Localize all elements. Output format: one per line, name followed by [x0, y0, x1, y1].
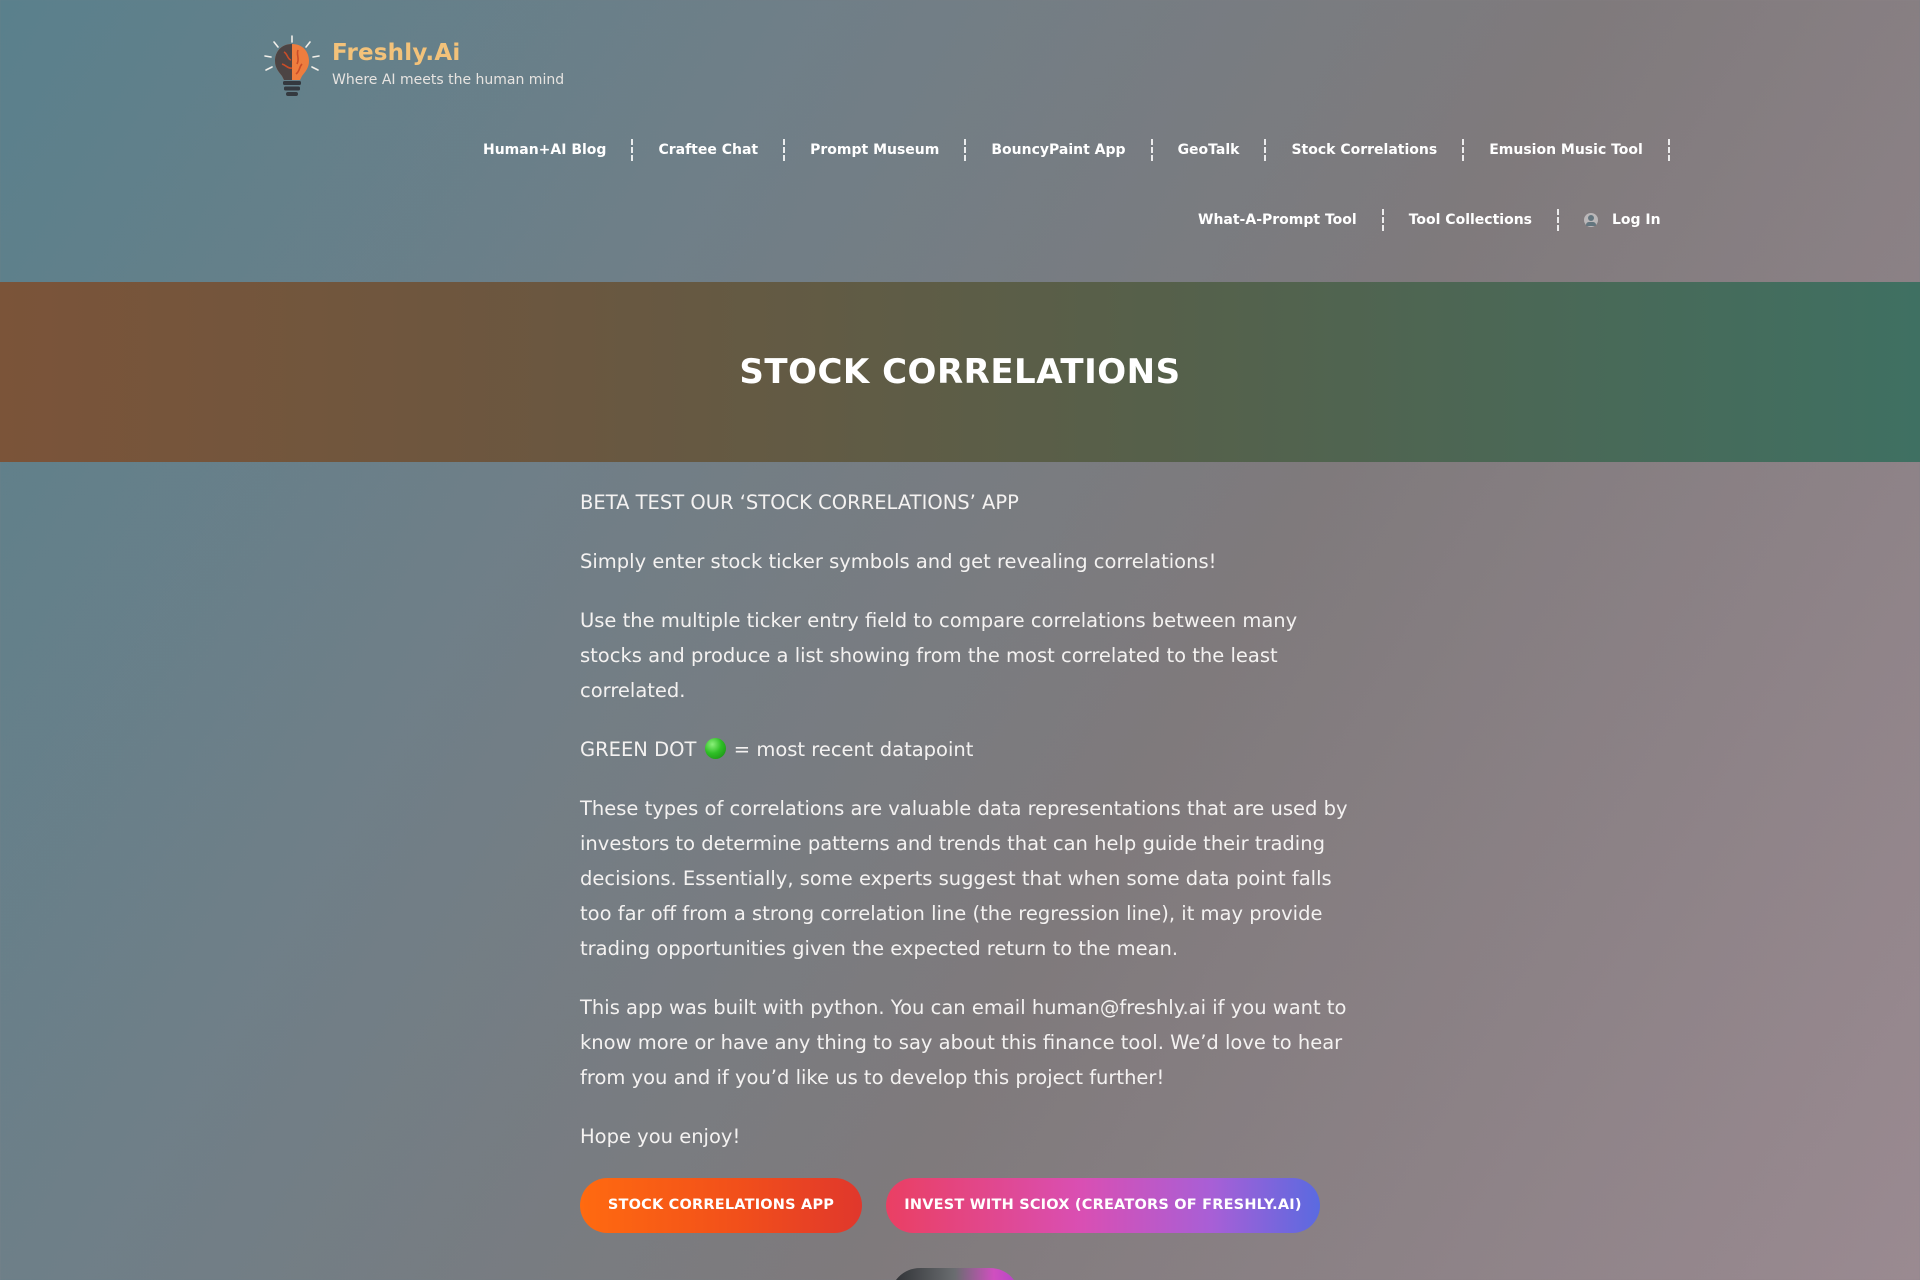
lightbulb-brain-icon[interactable] — [262, 34, 322, 98]
explanation-paragraph: These types of correlations are valuable… — [580, 797, 1348, 960]
nav-item-emusion-music-tool[interactable]: Emusion Music Tool — [1464, 142, 1668, 158]
green-dot-legend: GREEN DOT = most recent datapoint — [580, 732, 1350, 767]
main-content: BETA TEST OUR ‘STOCK CORRELATIONS’ APP S… — [580, 485, 1350, 1233]
brand-name[interactable]: Freshly.Ai — [332, 40, 564, 66]
nav-item-stock-correlations[interactable]: Stock Correlations — [1266, 142, 1462, 158]
cta-buttons: STOCK CORRELATIONS APP INVEST WITH SCIOX… — [580, 1178, 1350, 1233]
stock-correlations-app-button[interactable]: STOCK CORRELATIONS APP — [580, 1178, 862, 1233]
user-circle-icon — [1584, 213, 1598, 227]
main-nav-row-1: Human+AI Blog Craftee Chat Prompt Museum… — [458, 135, 1670, 165]
page-title: STOCK CORRELATIONS — [739, 352, 1181, 392]
nav-item-prompt-museum[interactable]: Prompt Museum — [785, 142, 964, 158]
nav-item-what-a-prompt-tool[interactable]: What-A-Prompt Tool — [1173, 212, 1382, 228]
nav-separator — [1667, 139, 1670, 161]
beta-heading: BETA TEST OUR ‘STOCK CORRELATIONS’ APP — [580, 491, 1019, 514]
main-nav-row-2: What-A-Prompt Tool Tool Collections Log … — [1173, 205, 1686, 235]
site-header: Freshly.Ai Where AI meets the human mind… — [0, 0, 1920, 282]
green-dot-suffix: = most recent datapoint — [733, 738, 974, 761]
login-label: Log In — [1612, 212, 1661, 228]
nav-item-craftee-chat[interactable]: Craftee Chat — [633, 142, 783, 158]
nav-item-bouncypaint-app[interactable]: BouncyPaint App — [966, 142, 1150, 158]
nav-item-geotalk[interactable]: GeoTalk — [1153, 142, 1265, 158]
nav-item-human-ai-blog[interactable]: Human+AI Blog — [458, 142, 631, 158]
nav-item-tool-collections[interactable]: Tool Collections — [1384, 212, 1557, 228]
brand[interactable]: Freshly.Ai Where AI meets the human mind — [262, 34, 564, 98]
hero-banner: STOCK CORRELATIONS — [0, 282, 1920, 462]
green-circle-icon — [704, 738, 726, 759]
built-with-paragraph: This app was built with python. You can … — [580, 996, 1347, 1089]
intro-paragraph: Simply enter stock ticker symbols and ge… — [580, 550, 1217, 573]
invest-with-sciox-button[interactable]: INVEST WITH SCIOX (CREATORS OF FRESHLY.A… — [886, 1178, 1320, 1233]
closing-paragraph: Hope you enjoy! — [580, 1125, 741, 1148]
brand-tagline: Where AI meets the human mind — [332, 72, 565, 88]
multi-ticker-paragraph: Use the multiple ticker entry field to c… — [580, 609, 1298, 702]
brand-text: Freshly.Ai Where AI meets the human mind — [332, 34, 564, 88]
login-link[interactable]: Log In — [1559, 212, 1686, 228]
green-dot-prefix: GREEN DOT — [580, 738, 697, 761]
decorative-image-top-edge — [890, 1268, 1020, 1280]
